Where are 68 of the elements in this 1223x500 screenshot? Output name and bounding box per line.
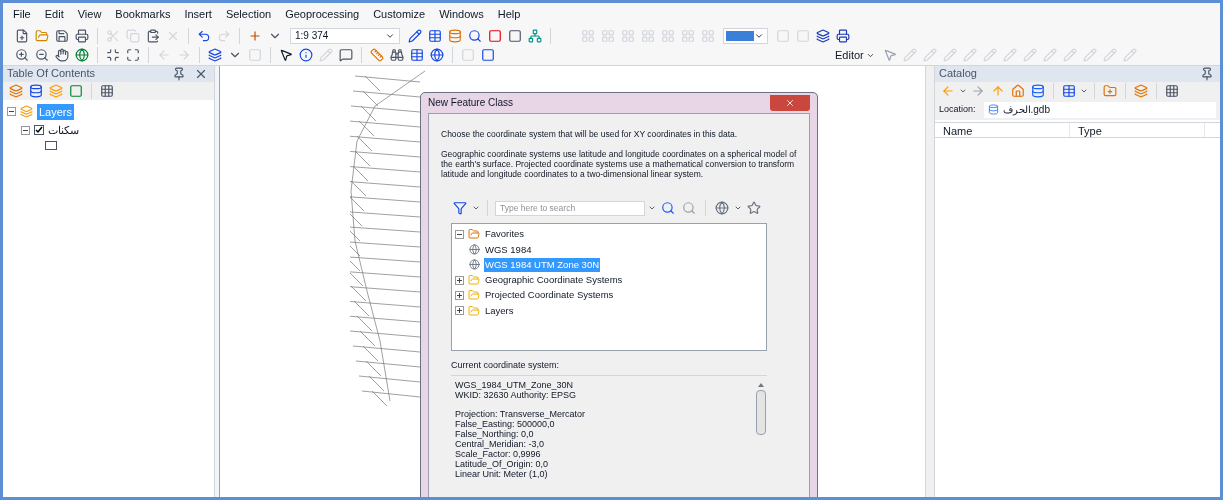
menu-item[interactable]: View xyxy=(77,6,102,23)
tree-item[interactable]: سكنات xyxy=(48,122,79,139)
expander-icon[interactable] xyxy=(7,107,16,117)
folder-icon xyxy=(468,289,480,302)
expander-icon[interactable] xyxy=(455,275,464,285)
expander-icon[interactable] xyxy=(455,290,464,300)
panel-title: Table Of Contents xyxy=(7,66,96,82)
tree-item[interactable]: WGS 1984 xyxy=(484,242,533,257)
globe-icon xyxy=(469,259,480,271)
editor-button[interactable]: Editor xyxy=(831,46,879,64)
find-icon[interactable] xyxy=(388,46,406,64)
menu-item[interactable]: Customize xyxy=(373,6,426,23)
location-label: Location: xyxy=(939,102,976,116)
html-popup-icon[interactable] xyxy=(337,46,355,64)
symbol-swatch xyxy=(45,140,57,150)
description-text: Geographic coordinate systems use latitude and longitude coordinates on a spherical model of the earth's surface. Projected coordinate systems use a mathematical conversion to transform latitude and longitude coordinates to a two-dimensional linear system. xyxy=(441,149,797,180)
menu-item[interactable]: File xyxy=(13,6,31,23)
zoom-in-icon[interactable] xyxy=(13,46,31,64)
info-line: WGS_1984_UTM_Zone_30N xyxy=(455,379,575,390)
tree-item[interactable]: Layers xyxy=(484,303,515,318)
menu-item[interactable]: Insert xyxy=(184,6,212,23)
pan-icon[interactable] xyxy=(53,46,71,64)
tree-item[interactable]: Geographic Coordinate Systems xyxy=(484,273,624,288)
info-line: Latitude_Of_Origin: 0,0 xyxy=(455,458,550,469)
folder-icon xyxy=(468,274,480,287)
expander-icon[interactable] xyxy=(455,306,464,316)
info-line: False_Northing: 0,0 xyxy=(455,428,535,439)
menu-item[interactable]: Geoprocessing xyxy=(285,6,360,23)
identify-icon[interactable] xyxy=(297,46,315,64)
tree-item[interactable]: Projected Coordinate Systems xyxy=(484,288,615,303)
full-extent-icon[interactable] xyxy=(73,46,91,64)
zoom-out-icon[interactable] xyxy=(33,46,51,64)
location-field[interactable]: الحرف.gdb xyxy=(983,101,1216,118)
menu-item[interactable]: Selection xyxy=(225,6,272,23)
intro-text: Choose the coordinate system that will be used for XY coordinates in this data. xyxy=(441,127,739,141)
menu-item[interactable]: Edit xyxy=(44,6,64,23)
column-header[interactable]: Name xyxy=(935,122,1070,137)
color-dropdown[interactable] xyxy=(723,27,768,44)
checkbox[interactable] xyxy=(34,125,44,136)
zoom-in-fixed-icon[interactable] xyxy=(104,46,122,64)
info-line: False_Easting: 500000,0 xyxy=(455,418,555,429)
menu-item[interactable]: Windows xyxy=(439,6,484,23)
panel-title: Catalog xyxy=(939,66,977,82)
zoom-out-fixed-icon[interactable] xyxy=(124,46,142,64)
search-field[interactable]: Type here to search xyxy=(495,200,645,216)
info-line: Linear Unit: Meter (1,0) xyxy=(455,468,549,479)
tree-item[interactable]: Favorites xyxy=(484,227,526,242)
dialog-title: New Feature Class xyxy=(428,96,514,110)
database-icon xyxy=(987,104,999,115)
info-line: Central_Meridian: -3,0 xyxy=(455,438,546,449)
info-line: Scale_Factor: 0,9996 xyxy=(455,448,542,459)
scale-field[interactable]: 1:9 374 xyxy=(290,27,400,44)
layers-icon xyxy=(20,105,33,119)
favorites-folder-icon xyxy=(468,228,480,241)
info-line: Projection: Transverse_Mercator xyxy=(455,408,587,419)
section-label: Current coordinate system: xyxy=(451,359,561,373)
folder-icon xyxy=(468,304,480,317)
close-button[interactable] xyxy=(770,94,810,111)
expander-icon[interactable] xyxy=(21,125,30,135)
close-icon xyxy=(785,97,795,108)
scroll-up-icon[interactable] xyxy=(758,382,764,387)
info-line: WKID: 32630 Authority: EPSG xyxy=(455,389,578,400)
menu-item[interactable]: Help xyxy=(497,6,521,23)
scroll-thumb[interactable] xyxy=(756,389,766,435)
globe-icon xyxy=(469,244,480,256)
column-header[interactable]: Type xyxy=(1070,122,1205,137)
menu-item[interactable]: Bookmarks xyxy=(115,6,171,23)
expander-icon[interactable] xyxy=(455,229,464,239)
